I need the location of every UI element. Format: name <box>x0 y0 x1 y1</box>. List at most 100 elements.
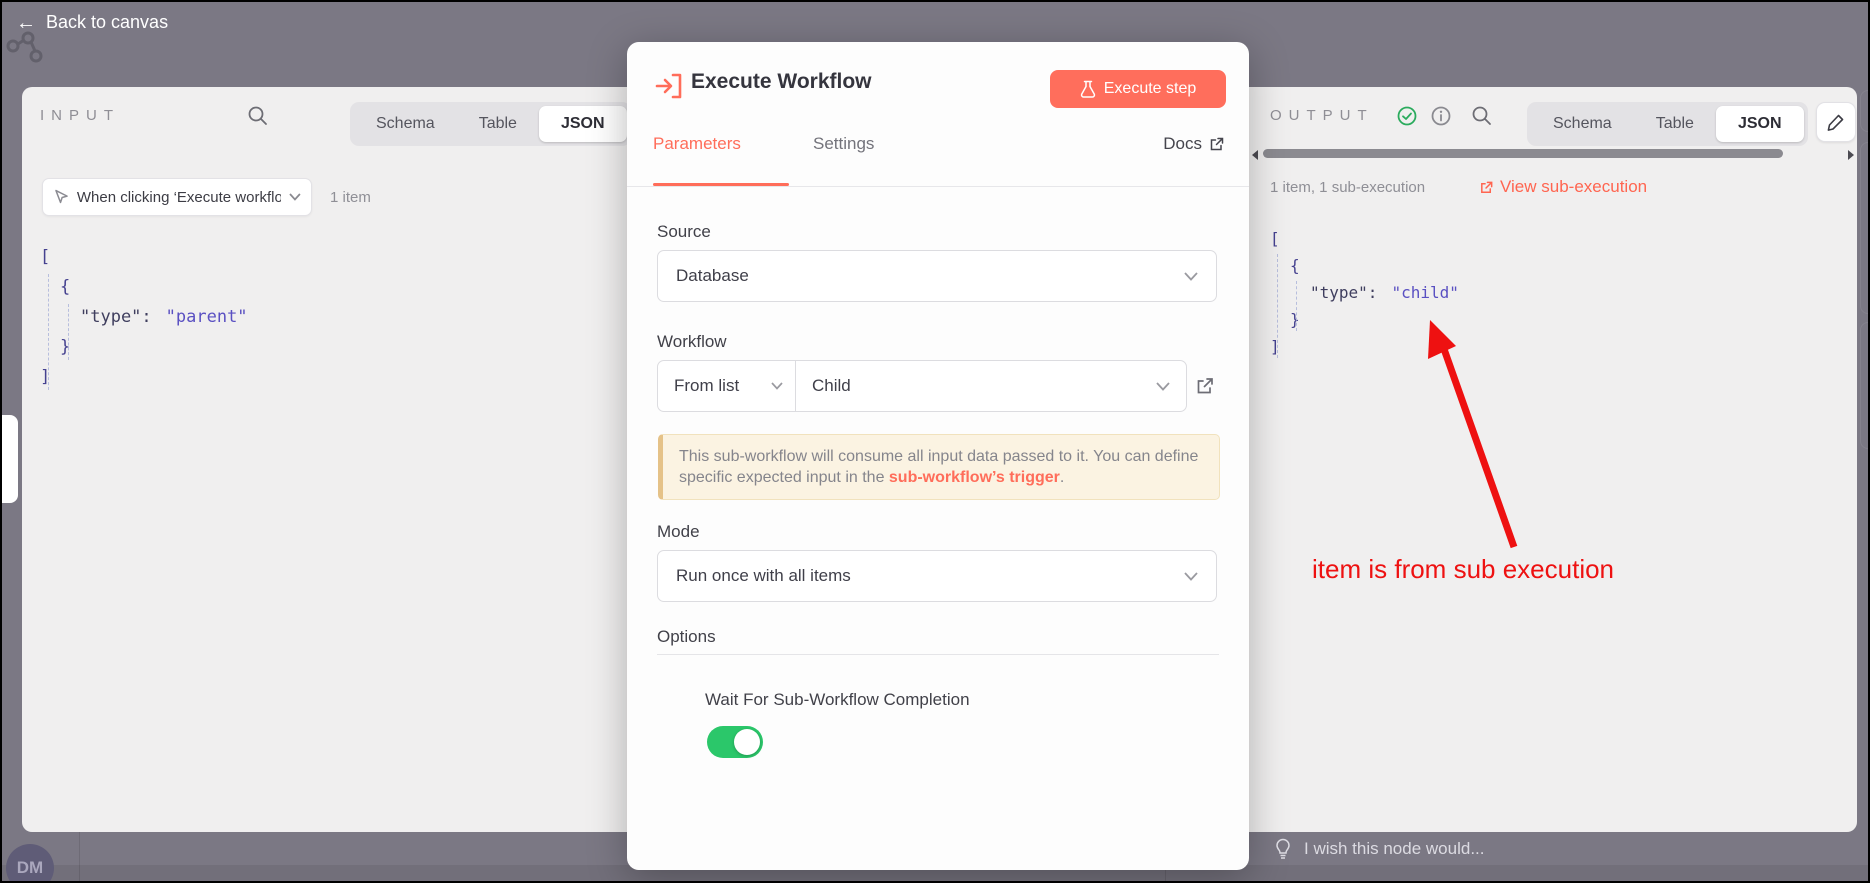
info-icon[interactable] <box>1430 105 1452 127</box>
workflow-mode-value: From list <box>674 376 739 396</box>
json-token: { <box>1290 256 1300 275</box>
source-select-value: Database <box>676 266 749 286</box>
collapsed-panel-handle[interactable] <box>2 415 18 503</box>
execute-step-label: Execute step <box>1104 80 1197 98</box>
back-to-canvas-button[interactable]: ← Back to canvas <box>16 12 168 33</box>
input-source-select[interactable]: When clicking ‘Execute workflo <box>42 178 312 216</box>
annotation-label: item is from sub execution <box>1312 554 1614 585</box>
pencil-icon <box>1827 113 1845 131</box>
json-token: { <box>60 277 70 297</box>
chevron-down-icon <box>771 382 783 390</box>
chevron-down-icon <box>1184 572 1198 581</box>
wait-option-label: Wait For Sub-Workflow Completion <box>705 690 970 710</box>
workflow-field-label: Workflow <box>657 332 727 352</box>
json-token: } <box>1290 310 1300 329</box>
sub-workflow-trigger-link[interactable]: sub-workflow’s trigger <box>889 469 1060 486</box>
flask-icon <box>1080 80 1096 98</box>
chevron-down-icon <box>289 193 301 201</box>
node-feedback-label: I wish this node would... <box>1304 839 1484 859</box>
json-token: [ <box>1270 229 1280 248</box>
execute-step-button[interactable]: Execute step <box>1050 70 1226 108</box>
canvas-node-ghost <box>1860 142 1870 314</box>
back-arrow-icon: ← <box>16 13 36 33</box>
indent-guide <box>48 274 49 390</box>
tabs-divider <box>627 186 1249 187</box>
workflow-canvas-glyph <box>6 28 52 68</box>
json-key: "type": <box>1310 283 1377 302</box>
workflow-select-value: Child <box>812 376 851 396</box>
json-key: "type": <box>80 307 152 327</box>
tab-parameters[interactable]: Parameters <box>653 134 741 154</box>
chevron-down-icon <box>1184 272 1198 281</box>
output-search-icon[interactable] <box>1471 105 1493 127</box>
json-value: "parent" <box>166 307 248 327</box>
docs-link[interactable]: Docs <box>1163 134 1225 154</box>
output-panel: OUTPUT Schema Table JSON 1 item, 1 sub-e… <box>1249 87 1857 832</box>
cursor-icon <box>53 189 69 205</box>
tab-settings[interactable]: Settings <box>813 134 874 154</box>
input-tab-schema[interactable]: Schema <box>354 106 457 142</box>
indent-guide <box>68 304 69 360</box>
input-items-count: 1 item <box>330 189 371 206</box>
source-field-label: Source <box>657 222 711 242</box>
success-check-icon <box>1396 105 1418 127</box>
back-to-canvas-label: Back to canvas <box>46 12 168 33</box>
external-link-icon <box>1209 136 1225 152</box>
mode-select[interactable]: Run once with all items <box>657 550 1217 602</box>
json-token: [ <box>40 247 50 267</box>
input-tab-table[interactable]: Table <box>457 106 539 142</box>
input-display-mode-tabs: Schema Table JSON <box>350 102 631 146</box>
canvas-node-ghost <box>1860 90 1870 132</box>
mode-field-label: Mode <box>657 522 700 542</box>
output-tab-table[interactable]: Table <box>1634 106 1716 142</box>
node-title: Execute Workflow <box>691 70 872 94</box>
json-token: ] <box>1270 337 1280 356</box>
options-divider <box>657 654 1219 655</box>
docs-label: Docs <box>1163 134 1202 154</box>
view-sub-execution-label: View sub-execution <box>1500 177 1647 197</box>
open-workflow-button[interactable] <box>1195 376 1215 396</box>
indent-guide <box>1277 254 1278 358</box>
avatar-initials: DM <box>17 858 43 878</box>
workflow-mode-select[interactable]: From list <box>658 361 796 411</box>
view-sub-execution-link[interactable]: View sub-execution <box>1479 177 1647 197</box>
external-link-icon <box>1479 180 1494 195</box>
input-panel: INPUT Schema Table JSON When clicking ‘E… <box>22 87 632 832</box>
json-value: "child" <box>1391 283 1458 302</box>
workflow-select[interactable]: Child <box>796 361 1186 411</box>
output-tab-schema[interactable]: Schema <box>1531 106 1634 142</box>
indent-guide <box>1296 281 1297 331</box>
node-feedback-button[interactable]: I wish this node would... <box>1274 838 1484 860</box>
execute-workflow-node-icon <box>655 72 685 100</box>
input-tab-json[interactable]: JSON <box>539 106 627 142</box>
wait-option-toggle[interactable] <box>707 726 763 758</box>
notice-suffix: . <box>1060 469 1064 486</box>
canvas-node-ghost <box>1860 322 1870 449</box>
scrollbar-thumb[interactable] <box>1263 149 1783 158</box>
workflow-field: From list Child <box>657 360 1187 412</box>
external-link-icon <box>1195 376 1215 396</box>
source-select[interactable]: Database <box>657 250 1217 302</box>
toggle-knob <box>734 729 760 755</box>
input-source-label: When clicking ‘Execute workflo <box>77 189 281 206</box>
node-details-modal: Execute Workflow Execute step Parameters… <box>627 42 1249 870</box>
options-section-label: Options <box>657 627 716 647</box>
mode-select-value: Run once with all items <box>676 566 851 586</box>
output-json-viewer[interactable]: [ { "type": "child" } ] <box>1270 225 1459 360</box>
output-items-count: 1 item, 1 sub-execution <box>1270 179 1425 196</box>
output-display-mode-tabs: Schema Table JSON <box>1527 102 1808 146</box>
chevron-down-icon <box>1156 382 1170 391</box>
input-search-icon[interactable] <box>247 105 269 127</box>
output-panel-title: OUTPUT <box>1270 107 1374 124</box>
scroll-left-arrow[interactable] <box>1252 150 1258 160</box>
scroll-right-arrow[interactable] <box>1848 150 1854 160</box>
input-json-viewer[interactable]: [ { "type":"parent" } ] <box>40 242 248 392</box>
input-panel-title: INPUT <box>40 107 120 124</box>
output-tab-json[interactable]: JSON <box>1716 106 1804 142</box>
output-horizontal-scrollbar[interactable] <box>1249 145 1857 161</box>
edit-output-button[interactable] <box>1816 102 1856 142</box>
app-window: ← Back to canvas INPUT Schema Table JSON… <box>0 0 1870 883</box>
lightbulb-icon <box>1274 838 1292 860</box>
user-avatar[interactable]: DM <box>6 844 54 883</box>
sub-workflow-notice: This sub-workflow will consume all input… <box>658 434 1220 500</box>
